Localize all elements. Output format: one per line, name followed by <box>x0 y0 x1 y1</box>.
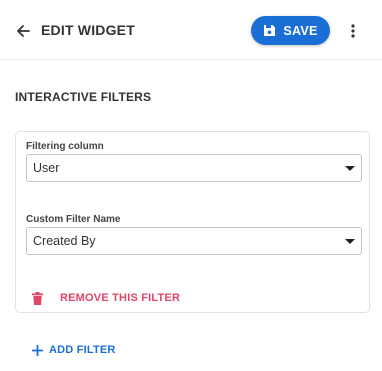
save-button[interactable]: SAVE <box>251 16 330 45</box>
filtering-column-value: User <box>33 161 60 175</box>
filtering-column-label: Filtering column <box>26 141 104 152</box>
trash-icon <box>32 291 43 305</box>
filtering-column-select[interactable]: User <box>26 154 362 182</box>
chevron-down-icon <box>345 239 355 244</box>
plus-icon <box>32 344 43 356</box>
arrow-left-icon <box>17 25 30 37</box>
remove-filter-button[interactable]: REMOVE THIS FILTER <box>32 289 180 307</box>
custom-filter-name-select[interactable]: Created By <box>26 227 362 255</box>
back-button[interactable] <box>14 22 32 40</box>
custom-filter-name-value: Created By <box>33 234 96 248</box>
more-options-button[interactable] <box>344 22 362 40</box>
add-filter-button[interactable]: ADD FILTER <box>32 342 116 358</box>
section-title: INTERACTIVE FILTERS <box>15 90 152 104</box>
edit-widget-header: EDIT WIDGET SAVE <box>0 0 382 60</box>
more-vert-icon <box>351 24 355 38</box>
page-title: EDIT WIDGET <box>41 22 135 38</box>
custom-filter-name-label: Custom Filter Name <box>26 214 121 225</box>
floppy-disk-icon <box>264 25 276 36</box>
filter-card: Filtering column User Custom Filter Name… <box>15 131 370 313</box>
add-filter-label: ADD FILTER <box>49 344 116 356</box>
save-button-label: SAVE <box>283 23 318 38</box>
remove-filter-label: REMOVE THIS FILTER <box>60 292 181 304</box>
chevron-down-icon <box>345 166 355 171</box>
